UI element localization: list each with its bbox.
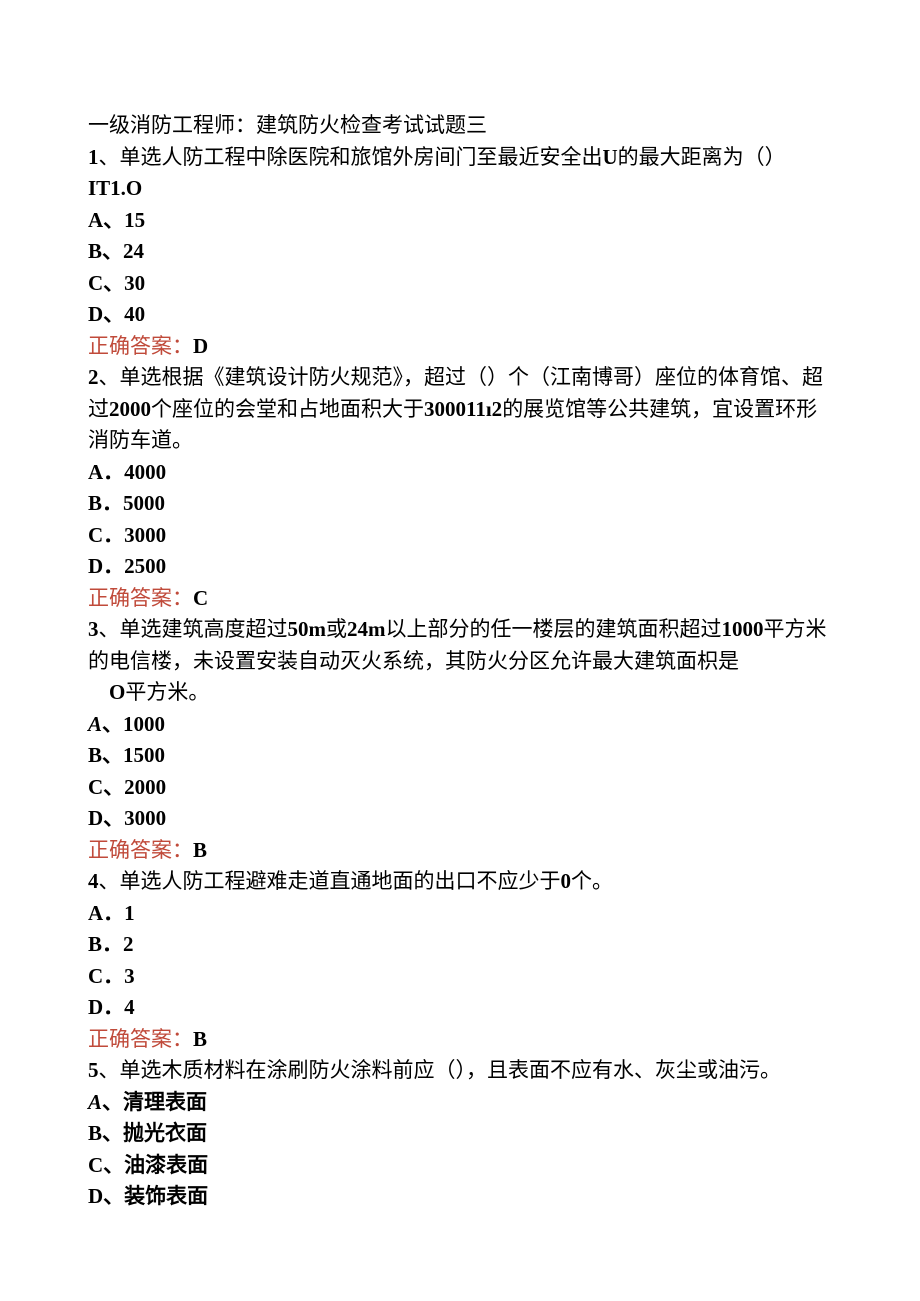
- q4-opt-d: D．4: [88, 992, 832, 1024]
- q2-opt-c: C．3000: [88, 520, 832, 552]
- q4-stem: 4、单选人防工程避难走道直通地面的出口不应少于0个。: [88, 866, 832, 898]
- q3-t2: 或: [326, 617, 347, 641]
- page: 一级消防工程师：建筑防火检查考试试题三 1、单选人防工程中除医院和旅馆外房间门至…: [0, 0, 920, 1253]
- q2-answer: 正确答案：C: [88, 583, 832, 615]
- q4-num: 4: [88, 869, 99, 893]
- q1-opt-d: D、40: [88, 299, 832, 331]
- q3-n2: 24m: [347, 617, 386, 641]
- q2-opt-b: B．5000: [88, 488, 832, 520]
- q4-ans-label: 正确答案：: [88, 1027, 193, 1051]
- q3-t1: 、单选建筑高度超过: [99, 617, 288, 641]
- q3-n3: 1000: [722, 617, 764, 641]
- q1-text-1: 、单选人防工程中除医院和旅馆外房间门至最近安全出: [99, 145, 603, 169]
- q3-blank: O: [88, 680, 125, 704]
- q4-opt-a: A．1: [88, 898, 832, 930]
- q2-opt-d: D．2500: [88, 551, 832, 583]
- q3-t5: 平方米。: [125, 680, 209, 704]
- q3-a-val: 1000: [123, 712, 165, 736]
- q1-ans-val: D: [193, 334, 208, 358]
- q4-t2: 个。: [571, 869, 613, 893]
- q1-unit: IT1.O: [88, 173, 832, 205]
- q1-opt-b: B、24: [88, 236, 832, 268]
- q5-opt-d: D、装饰表面: [88, 1181, 832, 1213]
- q3-opt-d: D、3000: [88, 803, 832, 835]
- q2-stem: 2、单选根据《建筑设计防火规范》，超过（）个（江南博哥）座位的体育馆、超过200…: [88, 362, 832, 457]
- q2-opt-a: A．4000: [88, 457, 832, 489]
- q3-stem: 3、单选建筑高度超过50m或24m以上部分的任一楼层的建筑面积超过1000平方米…: [88, 614, 832, 677]
- q5-t1: 、单选木质材料在涂刷防火涂料前应（），且表面不应有水、灰尘或油污。: [99, 1058, 782, 1082]
- q1-u: U: [603, 145, 618, 169]
- q5-opt-a: A、清理表面: [88, 1087, 832, 1119]
- q1-ans-label: 正确答案：: [88, 334, 193, 358]
- q3-answer: 正确答案：B: [88, 835, 832, 867]
- q3-opt-a: A、1000: [88, 709, 832, 741]
- q1-answer: 正确答案：D: [88, 331, 832, 363]
- q3-ans-val: B: [193, 838, 207, 862]
- q5-a-mid: 、清理表面: [102, 1090, 207, 1114]
- q1-opt-a: A、15: [88, 205, 832, 237]
- q3-opt-c: C、2000: [88, 772, 832, 804]
- doc-title: 一级消防工程师：建筑防火检查考试试题三: [88, 110, 832, 142]
- q4-opt-b: B．2: [88, 929, 832, 961]
- q3-t3: 以上部分的任一楼层的建筑面积超过: [386, 617, 722, 641]
- q1-stem: 1、单选人防工程中除医院和旅馆外房间门至最近安全出U的最大距离为（）: [88, 142, 832, 174]
- q4-n1: 0: [561, 869, 572, 893]
- q2-ans-val: C: [193, 586, 208, 610]
- q5-opt-c: C、油漆表面: [88, 1150, 832, 1182]
- q2-text-2: 个座位的会堂和占地面积大于: [151, 397, 424, 421]
- q3-n1: 50m: [288, 617, 327, 641]
- q4-answer: 正确答案：B: [88, 1024, 832, 1056]
- q3-stem2: O平方米。: [88, 677, 832, 709]
- q5-a-prefix: A: [88, 1090, 102, 1114]
- q3-num: 3: [88, 617, 99, 641]
- q2-num: 2: [88, 365, 99, 389]
- q4-ans-val: B: [193, 1027, 207, 1051]
- q3-a-prefix: A: [88, 712, 102, 736]
- q5-opt-b: B、抛光衣面: [88, 1118, 832, 1150]
- q2-ans-label: 正确答案：: [88, 586, 193, 610]
- q5-stem: 5、单选木质材料在涂刷防火涂料前应（），且表面不应有水、灰尘或油污。: [88, 1055, 832, 1087]
- q4-t1: 、单选人防工程避难走道直通地面的出口不应少于: [99, 869, 561, 893]
- q4-opt-c: C．3: [88, 961, 832, 993]
- q1-num: 1: [88, 145, 99, 169]
- q3-ans-label: 正确答案：: [88, 838, 193, 862]
- q3-opt-b: B、1500: [88, 740, 832, 772]
- q1-text-2: 的最大距离为（）: [618, 145, 786, 169]
- q3-a-mid: 、: [102, 712, 123, 736]
- q5-num: 5: [88, 1058, 99, 1082]
- q1-opt-c: C、30: [88, 268, 832, 300]
- q2-n2: 300011ı2: [424, 397, 502, 421]
- q2-n1: 2000: [109, 397, 151, 421]
